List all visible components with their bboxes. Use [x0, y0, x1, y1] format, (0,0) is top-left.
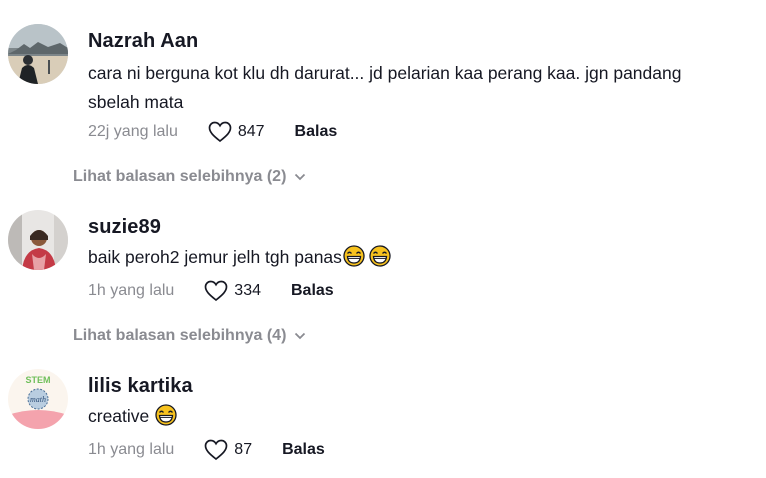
reply-button[interactable]: Balas [295, 123, 338, 141]
avatar[interactable]: STEM math [8, 369, 68, 429]
comment-text: baik peroh2 jemur jelh tgh panas [88, 243, 748, 272]
heart-icon [204, 280, 228, 302]
comment-text-line: creative [88, 406, 150, 426]
timestamp: 22j yang lalu [88, 123, 178, 140]
view-more-replies-label: Lihat balasan selebihnya (2) [73, 168, 287, 185]
username[interactable]: Nazrah Aan [88, 30, 198, 53]
chevron-down-icon [295, 173, 306, 181]
comment-text-line: sbelah mata [88, 92, 184, 112]
comment-meta: 1h yang lalu 87 Balas [88, 438, 325, 462]
grinning-sweat-emoji-icon [155, 404, 177, 426]
reply-button[interactable]: Balas [291, 282, 334, 300]
comment-text: creative [88, 402, 748, 431]
grinning-sweat-emoji-icon [343, 245, 365, 267]
svg-text:STEM: STEM [25, 375, 50, 385]
heart-icon [204, 439, 228, 461]
view-more-replies[interactable]: Lihat balasan selebihnya (4) [73, 327, 306, 345]
like-count: 87 [234, 441, 253, 458]
like-count: 334 [234, 282, 261, 299]
like-count: 847 [237, 123, 265, 140]
username[interactable]: lilis kartika [88, 375, 193, 398]
view-more-replies-label: Lihat balasan selebihnya (4) [73, 327, 287, 344]
like-button[interactable]: 87 [204, 439, 252, 461]
timestamp: 1h yang lalu [88, 441, 175, 458]
stem-math-logo-avatar-icon: STEM math [8, 369, 68, 429]
like-button[interactable]: 334 [204, 280, 261, 302]
avatar[interactable] [8, 24, 68, 84]
comment-text-line: cara ni berguna kot klu dh darurat... jd… [88, 63, 682, 83]
like-button[interactable]: 847 [208, 121, 265, 143]
chevron-down-icon [295, 332, 306, 340]
timestamp: 1h yang lalu [88, 282, 175, 299]
username[interactable]: suzie89 [88, 216, 161, 239]
person-photo-avatar-icon [8, 210, 68, 270]
reply-button[interactable]: Balas [282, 441, 325, 459]
grinning-sweat-emoji-icon [369, 245, 391, 267]
avatar[interactable] [8, 210, 68, 270]
beach-photo-avatar-icon [8, 24, 68, 84]
comment-text-line: baik peroh2 jemur jelh tgh panas [88, 247, 342, 267]
comment-meta: 22j yang lalu 847 Balas [88, 120, 337, 144]
comment-text: cara ni berguna kot klu dh darurat... jd… [88, 59, 748, 117]
view-more-replies[interactable]: Lihat balasan selebihnya (2) [73, 168, 306, 186]
heart-icon [208, 121, 232, 143]
comment-meta: 1h yang lalu 334 Balas [88, 279, 334, 303]
svg-text:math: math [30, 395, 46, 404]
